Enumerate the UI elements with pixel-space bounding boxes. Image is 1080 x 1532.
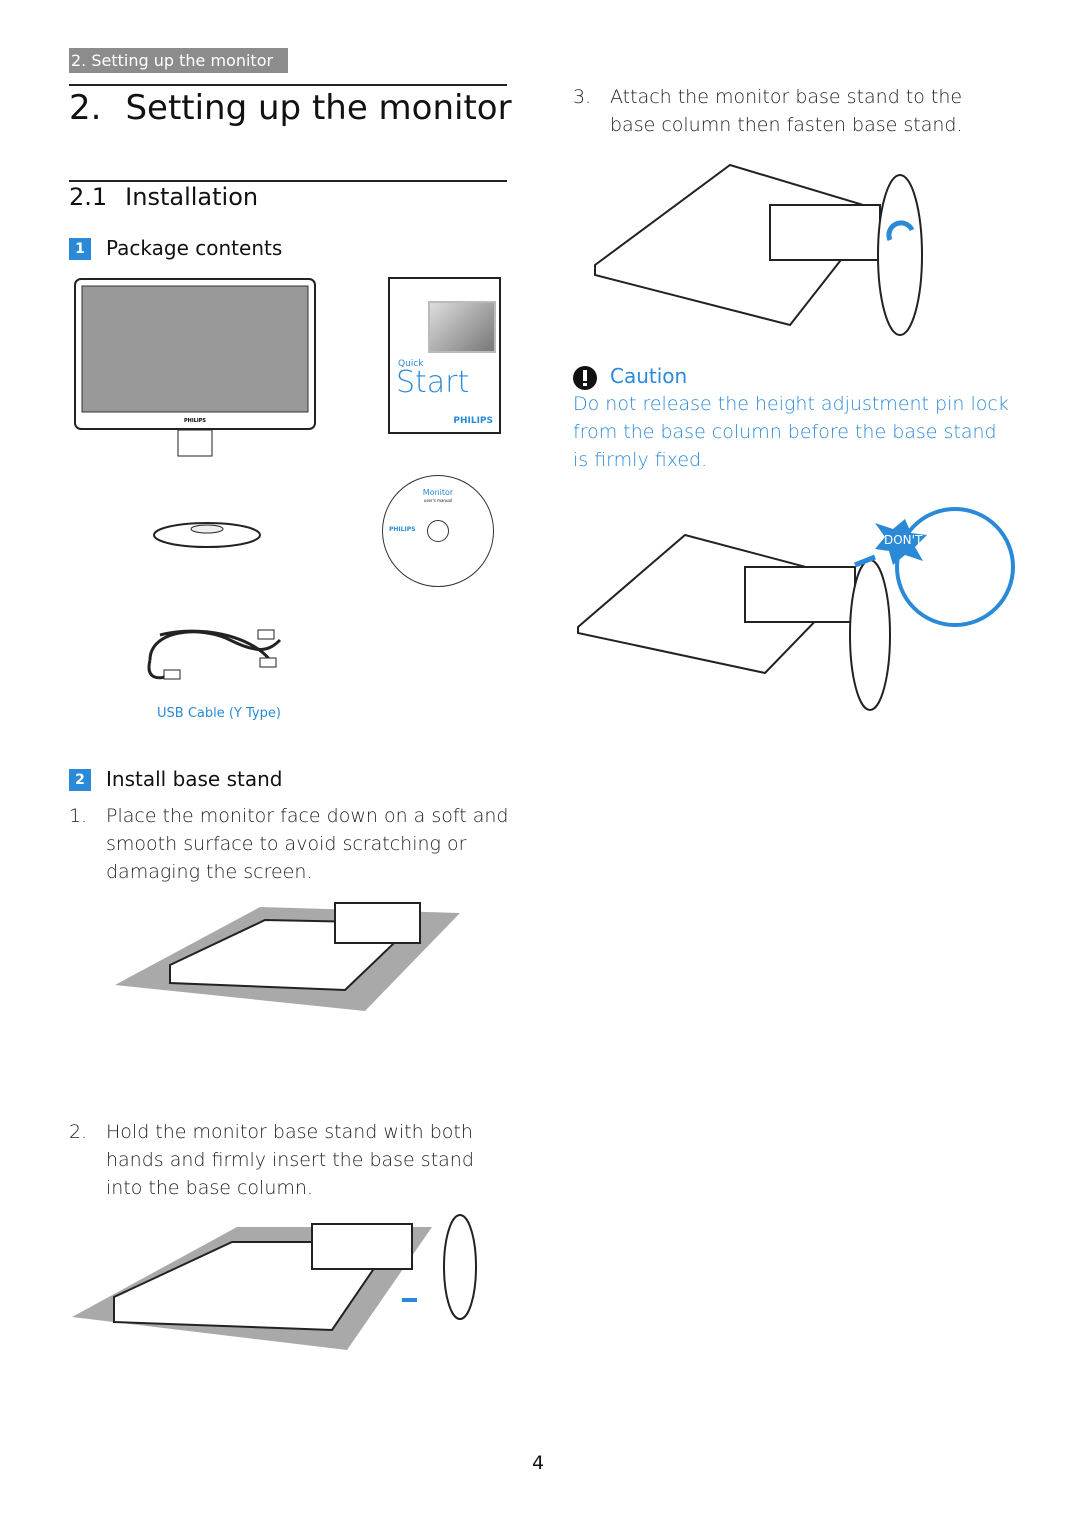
package-heading: Package contents [106,236,283,260]
section-number: 2.1 [69,183,108,211]
install-heading: Install base stand [106,767,283,791]
insert-stand-illustration [72,1214,477,1350]
step-badge: 1 [69,238,91,260]
divider [69,180,507,182]
step-text: Hold the monitor base stand with both ha… [106,1121,474,1199]
step-number: 3. [573,86,592,108]
header-tag: 2. Setting up the monitor [69,48,288,73]
page-number: 4 [532,1452,545,1474]
base-illustration [153,522,261,548]
step-text: Place the monitor face down on a soft an… [106,805,509,883]
cd-hole [427,520,449,542]
cd-title: Monitor [422,488,454,497]
step-1: 1. Place the monitor face down on a soft… [69,802,509,886]
divider [69,84,507,86]
booklet-monitor-image [428,301,496,353]
step-number: 1. [69,805,88,827]
step-3: 3. Attach the monitor base stand to the … [573,83,1013,139]
manual-page: 2. Setting up the monitor 2. Setting up t… [0,0,1080,1532]
start-label: Start [396,365,470,400]
title-number: 2. [69,88,102,128]
cd-subtitle: user's manual [423,498,453,503]
cd-disc: Monitor user's manual PHILIPS [382,475,494,587]
fasten-stand-illustration [594,163,923,336]
dont-label: DON'T [884,533,923,547]
usb-caption: USB Cable (Y Type) [157,706,281,721]
step-badge: 2 [69,769,91,791]
quick-start-booklet: Quick Start PHILIPS [388,277,501,434]
caution-label: Caution [610,364,688,388]
monitor-facedown-illustration [115,902,460,1011]
monitor-illustration: PHILIPS [74,278,316,457]
booklet-brand: PHILIPS [453,416,493,426]
caution-text: Do not release the height adjustment pin… [573,393,1009,471]
step-number: 2. [69,1121,88,1143]
page-title: 2. Setting up the monitor [69,88,512,128]
usb-cable-illustration [147,629,282,680]
cd-brand: PHILIPS [389,526,416,533]
title-text: Setting up the monitor [125,88,512,128]
step-2: 2. Hold the monitor base stand with both… [69,1118,509,1202]
section-text: Installation [125,183,259,211]
caution-icon [573,366,597,390]
step-text: Attach the monitor base stand to the bas… [610,86,963,136]
section-heading: 2.1 Installation [69,183,258,211]
monitor-brand: PHILIPS [184,418,206,424]
dont-illustration [577,507,1015,711]
